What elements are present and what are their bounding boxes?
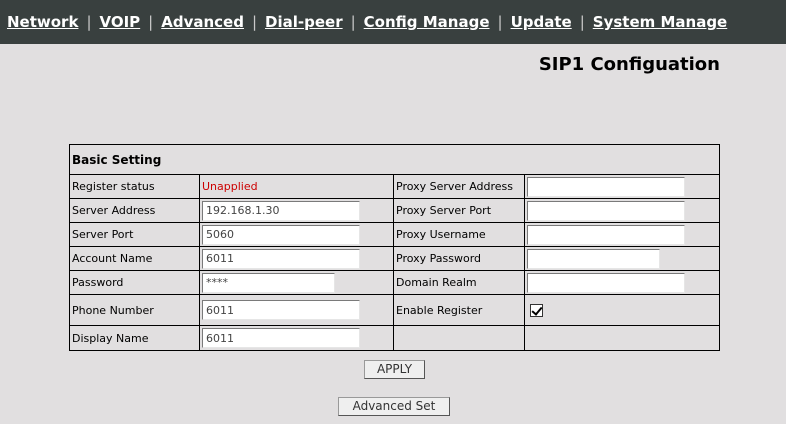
proxy-username-input[interactable] [527, 224, 685, 245]
proxy-server-port-input[interactable] [527, 200, 685, 221]
nav-link-voip[interactable]: VOIP [100, 13, 141, 31]
empty-cell [524, 325, 720, 351]
nav-separator: | [579, 13, 585, 31]
nav-link-network[interactable]: Network [7, 13, 78, 31]
nav-separator: | [350, 13, 356, 31]
register-status-value: Unapplied [199, 174, 394, 199]
domain-realm-cell [524, 270, 720, 295]
nav-separator: | [251, 13, 258, 31]
phone-number-cell [199, 294, 394, 326]
nav-link-advanced[interactable]: Advanced [161, 13, 244, 31]
domain-realm-label: Domain Realm [393, 270, 525, 295]
page-title: SIP1 Configuation [538, 54, 720, 75]
proxy-server-address-label: Proxy Server Address [393, 174, 525, 199]
display-name-input[interactable] [202, 328, 360, 348]
phone-number-label: Phone Number [69, 294, 200, 326]
section-title: Basic Setting [69, 144, 720, 175]
proxy-username-cell [524, 222, 720, 247]
proxy-username-label: Proxy Username [393, 222, 525, 247]
top-navigation-bar: Network | VOIP | Advanced | Dial-peer | … [0, 0, 786, 44]
nav-link-config-manage[interactable]: Config Manage [364, 13, 490, 31]
server-port-cell [199, 222, 394, 247]
display-name-cell [199, 325, 394, 351]
apply-button[interactable]: APPLY [364, 360, 425, 379]
proxy-server-port-cell [524, 198, 720, 223]
server-port-label: Server Port [69, 222, 200, 247]
nav-separator: | [497, 13, 503, 31]
nav-separator: | [86, 13, 92, 31]
nav-link-system-manage[interactable]: System Manage [593, 13, 727, 31]
enable-register-cell [524, 294, 720, 326]
nav-link-update[interactable]: Update [511, 13, 572, 31]
phone-number-input[interactable] [202, 300, 360, 320]
server-port-input[interactable] [202, 224, 360, 245]
server-address-input[interactable] [202, 200, 360, 221]
enable-register-label: Enable Register [393, 294, 525, 326]
account-name-cell [199, 246, 394, 271]
register-status-label: Register status [69, 174, 200, 199]
server-address-label: Server Address [69, 198, 200, 223]
sip-settings-table: Basic Setting Register status Unapplied … [69, 144, 720, 351]
password-label: Password [69, 270, 200, 295]
proxy-server-address-cell [524, 174, 720, 199]
advanced-set-button[interactable]: Advanced Set [338, 397, 450, 416]
password-cell [199, 270, 394, 295]
account-name-input[interactable] [202, 248, 360, 269]
account-name-label: Account Name [69, 246, 200, 271]
domain-realm-input[interactable] [527, 272, 685, 293]
proxy-server-port-label: Proxy Server Port [393, 198, 525, 223]
display-name-label: Display Name [69, 325, 200, 351]
proxy-password-input[interactable] [527, 248, 660, 269]
password-input[interactable] [202, 272, 335, 293]
proxy-server-address-input[interactable] [527, 176, 685, 197]
empty-cell [393, 325, 525, 351]
proxy-password-label: Proxy Password [393, 246, 525, 271]
nav-separator: | [148, 13, 154, 31]
server-address-cell [199, 198, 394, 223]
proxy-password-cell [524, 246, 720, 271]
enable-register-checkbox[interactable] [530, 303, 543, 317]
nav-link-dial-peer[interactable]: Dial-peer [265, 13, 343, 31]
